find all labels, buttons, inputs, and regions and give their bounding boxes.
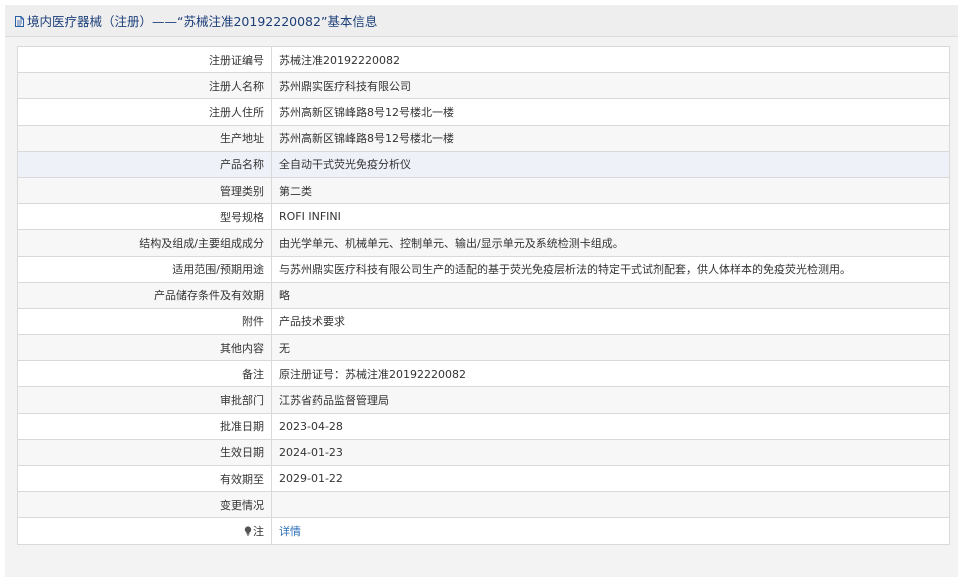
note-label-cell: 注 — [17, 517, 272, 545]
row-value: 第二类 — [271, 176, 950, 205]
info-table-wrapper: 注册证编号 苏械注准20192220082 注册人名称 苏州鼎实医疗科技有限公司… — [17, 45, 950, 545]
table-row: 备注 原注册证号：苏械注准20192220082 — [17, 360, 950, 388]
table-row: 注册人名称 苏州鼎实医疗科技有限公司 — [17, 72, 950, 100]
row-label: 注册人住所 — [17, 98, 272, 126]
row-label: 生产地址 — [17, 124, 272, 152]
row-value: 2024-01-23 — [271, 438, 950, 467]
row-label: 生效日期 — [17, 438, 272, 467]
row-value: 全自动干式荧光免疫分析仪 — [271, 150, 950, 178]
row-label: 批准日期 — [17, 412, 272, 440]
table-row: 产品储存条件及有效期 略 — [17, 281, 950, 309]
row-value: 苏州高新区锦峰路8号12号楼北一楼 — [271, 124, 950, 152]
table-row-note: 注 详情 — [17, 517, 950, 545]
table-row: 变更情况 — [17, 491, 950, 519]
table-row: 产品名称 全自动干式荧光免疫分析仪 — [17, 150, 950, 178]
row-value — [271, 491, 950, 519]
table-row: 其他内容 无 — [17, 334, 950, 362]
row-label: 产品储存条件及有效期 — [17, 281, 272, 309]
details-link[interactable]: 详情 — [279, 525, 301, 538]
row-label: 产品名称 — [17, 150, 272, 178]
row-label: 备注 — [17, 360, 272, 388]
table-row: 批准日期 2023-04-28 — [17, 412, 950, 440]
info-table-body: 注册证编号 苏械注准20192220082 注册人名称 苏州鼎实医疗科技有限公司… — [17, 45, 950, 545]
row-label: 注册人名称 — [17, 72, 272, 100]
table-row: 审批部门 江苏省药品监督管理局 — [17, 386, 950, 414]
row-value: 原注册证号：苏械注准20192220082 — [271, 360, 950, 388]
document-icon — [15, 15, 24, 27]
row-label: 注册证编号 — [17, 45, 272, 74]
table-row: 适用范围/预期用途 与苏州鼎实医疗科技有限公司生产的适配的基于荧光免疫层析法的特… — [17, 255, 950, 283]
table-row: 管理类别 第二类 — [17, 176, 950, 205]
row-label: 其他内容 — [17, 334, 272, 362]
row-label: 结构及组成/主要组成成分 — [17, 229, 272, 257]
row-label: 型号规格 — [17, 203, 272, 231]
lightbulb-icon — [244, 526, 252, 536]
table-row: 型号规格 ROFI INFINI — [17, 203, 950, 231]
row-value: ROFI INFINI — [271, 203, 950, 231]
table-row: 结构及组成/主要组成成分 由光学单元、机械单元、控制单元、输出/显示单元及系统检… — [17, 229, 950, 257]
row-label: 有效期至 — [17, 464, 272, 493]
page: 境内医疗器械（注册）——“苏械注准20192220082”基本信息 注册证编号 … — [5, 5, 958, 577]
row-value: 无 — [271, 334, 950, 362]
table-row: 有效期至 2029-01-22 — [17, 464, 950, 493]
row-value: 苏械注准20192220082 — [271, 45, 950, 74]
table-row: 注册人住所 苏州高新区锦峰路8号12号楼北一楼 — [17, 98, 950, 126]
table-row: 注册证编号 苏械注准20192220082 — [17, 45, 950, 74]
row-value: 略 — [271, 281, 950, 309]
info-table: 注册证编号 苏械注准20192220082 注册人名称 苏州鼎实医疗科技有限公司… — [17, 45, 950, 545]
row-value: 江苏省药品监督管理局 — [271, 386, 950, 414]
note-label: 注 — [253, 524, 264, 538]
row-value: 2029-01-22 — [271, 464, 950, 493]
row-value: 苏州高新区锦峰路8号12号楼北一楼 — [271, 98, 950, 126]
row-value: 产品技术要求 — [271, 307, 950, 336]
row-label: 管理类别 — [17, 176, 272, 205]
row-label: 附件 — [17, 307, 272, 336]
note-value-cell: 详情 — [271, 517, 950, 545]
row-value: 与苏州鼎实医疗科技有限公司生产的适配的基于荧光免疫层析法的特定干式试剂配套，供人… — [271, 255, 950, 283]
table-row: 附件 产品技术要求 — [17, 307, 950, 336]
row-label: 适用范围/预期用途 — [17, 255, 272, 283]
row-label: 变更情况 — [17, 491, 272, 519]
row-value: 2023-04-28 — [271, 412, 950, 440]
table-row: 生产地址 苏州高新区锦峰路8号12号楼北一楼 — [17, 124, 950, 152]
page-header: 境内医疗器械（注册）——“苏械注准20192220082”基本信息 — [5, 5, 958, 37]
row-label: 审批部门 — [17, 386, 272, 414]
table-row: 生效日期 2024-01-23 — [17, 438, 950, 467]
row-value: 由光学单元、机械单元、控制单元、输出/显示单元及系统检测卡组成。 — [271, 229, 950, 257]
row-value: 苏州鼎实医疗科技有限公司 — [271, 72, 950, 100]
page-title: 境内医疗器械（注册）——“苏械注准20192220082”基本信息 — [27, 14, 378, 29]
